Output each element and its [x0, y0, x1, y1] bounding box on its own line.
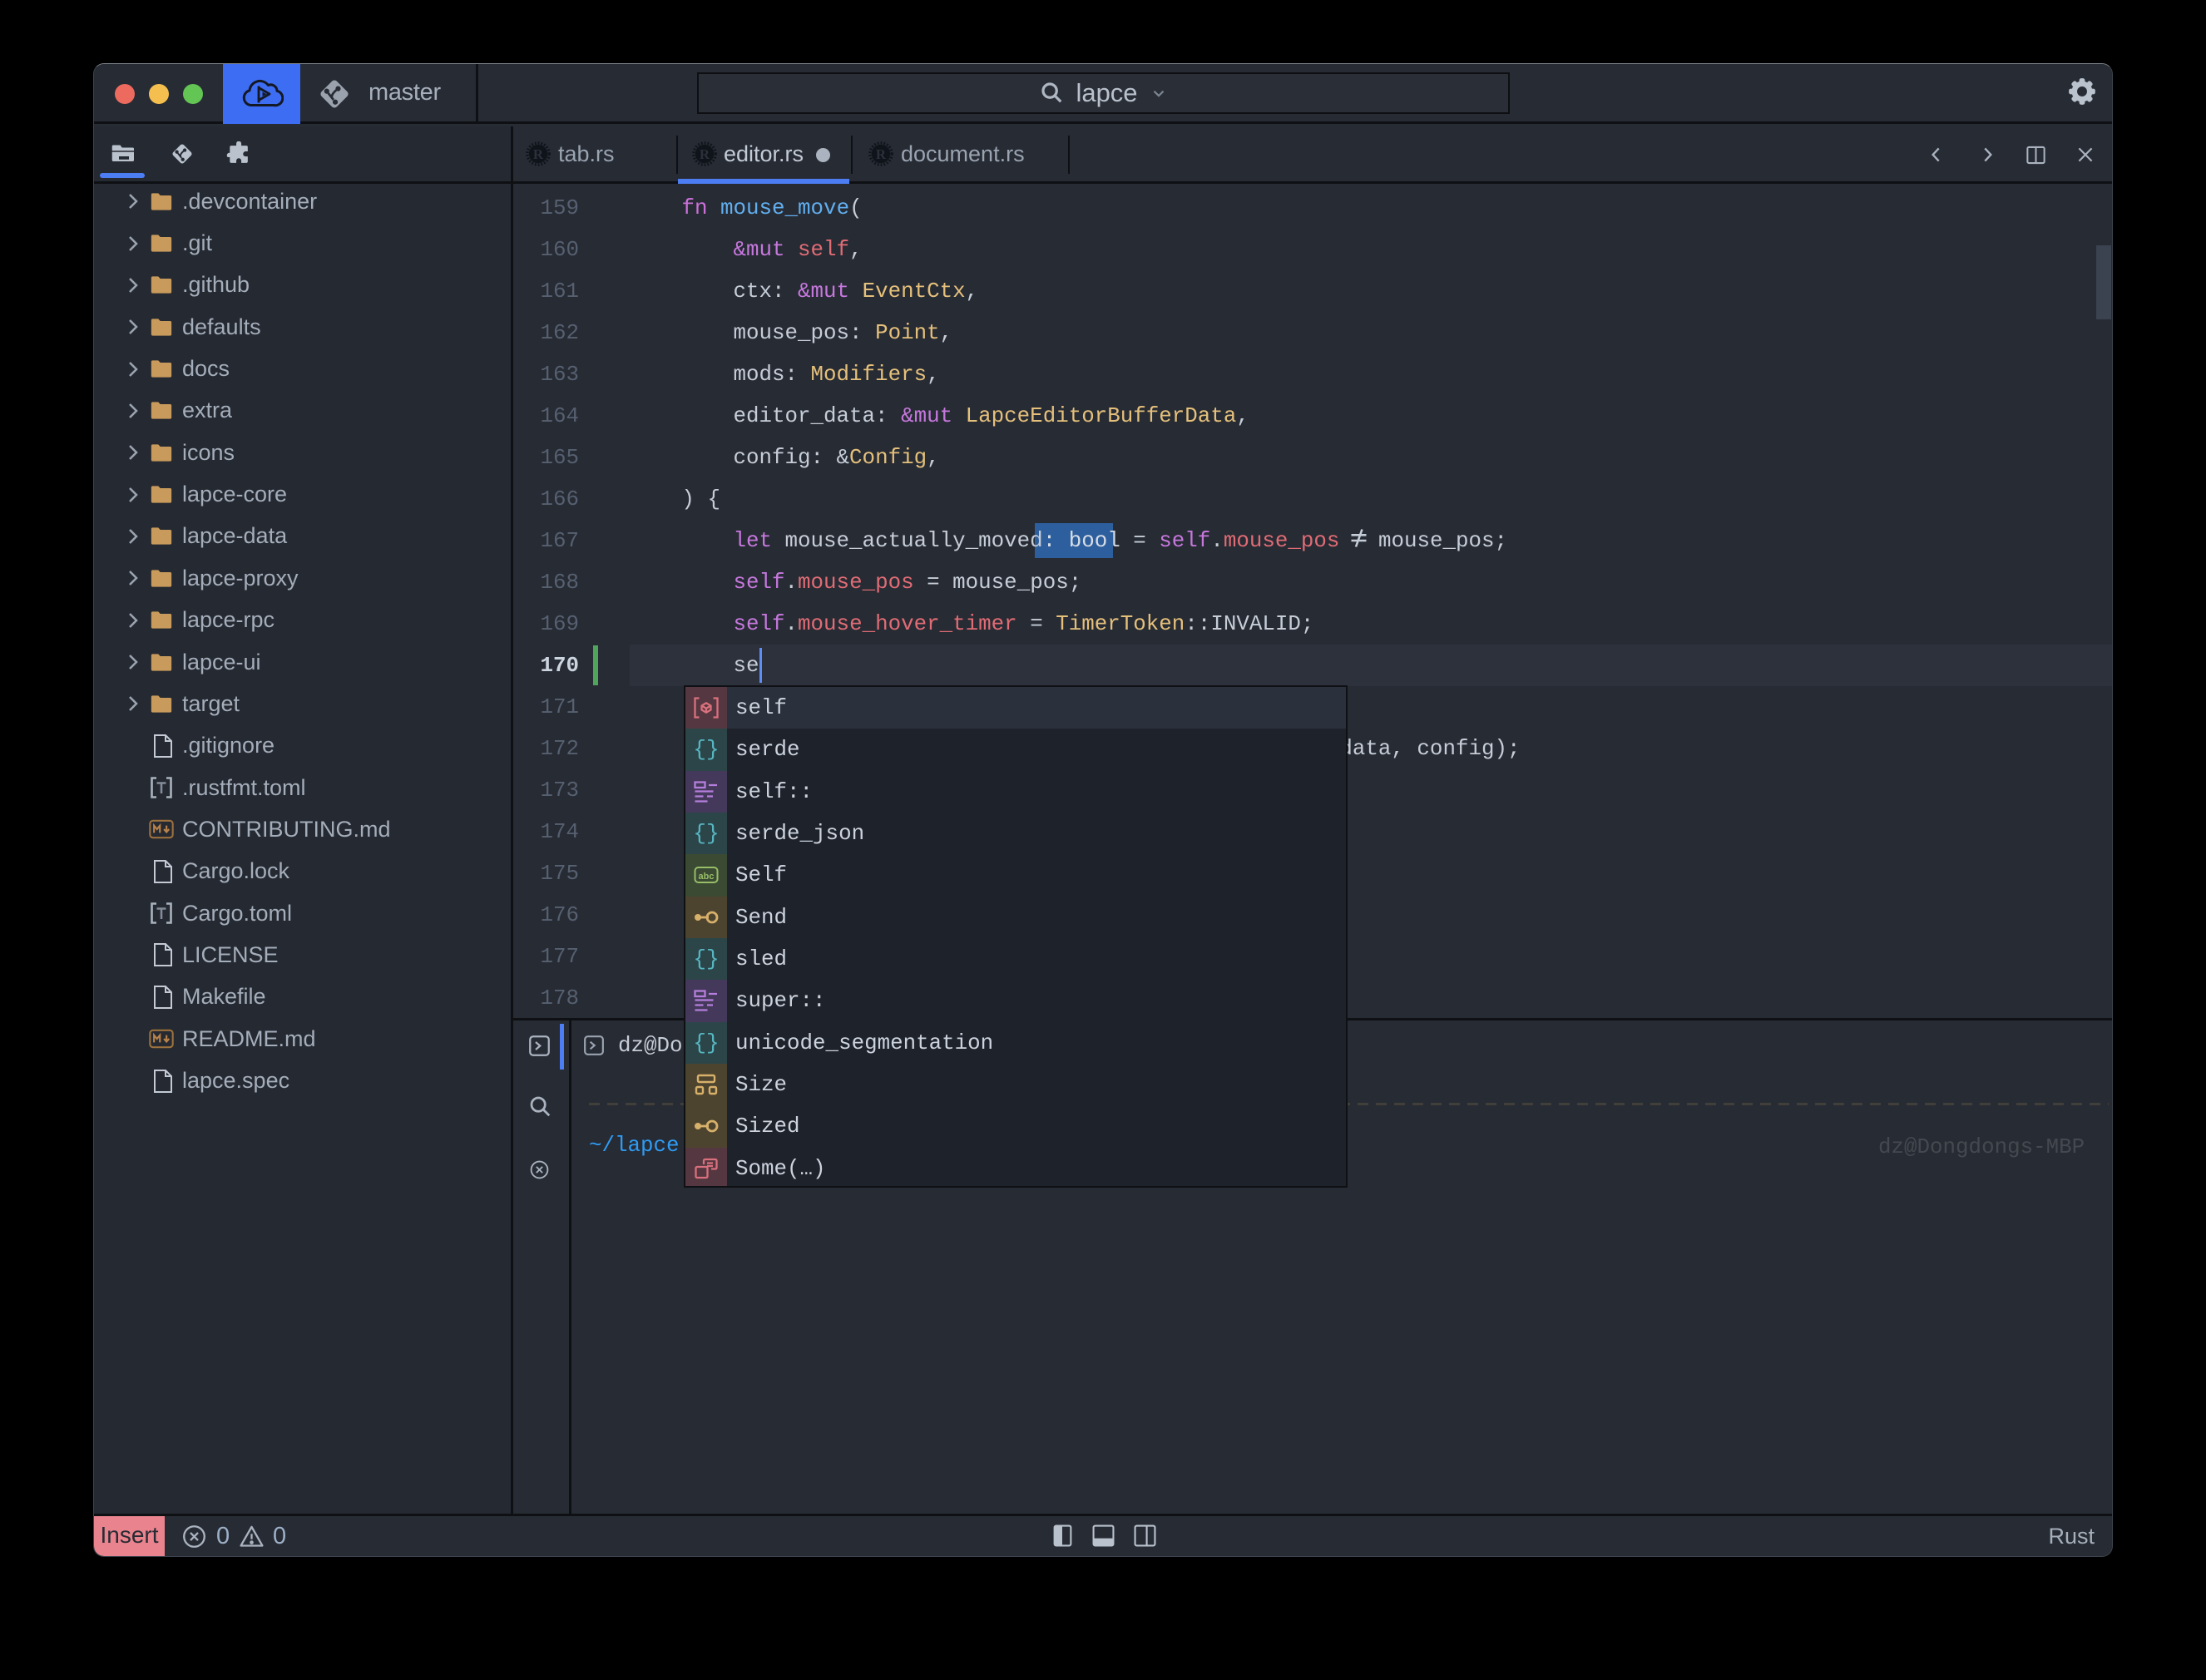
svg-text:R: R [700, 146, 710, 162]
svg-text:abc: abc [699, 872, 715, 882]
svg-text:R: R [533, 146, 544, 162]
svg-text:R: R [876, 146, 887, 162]
